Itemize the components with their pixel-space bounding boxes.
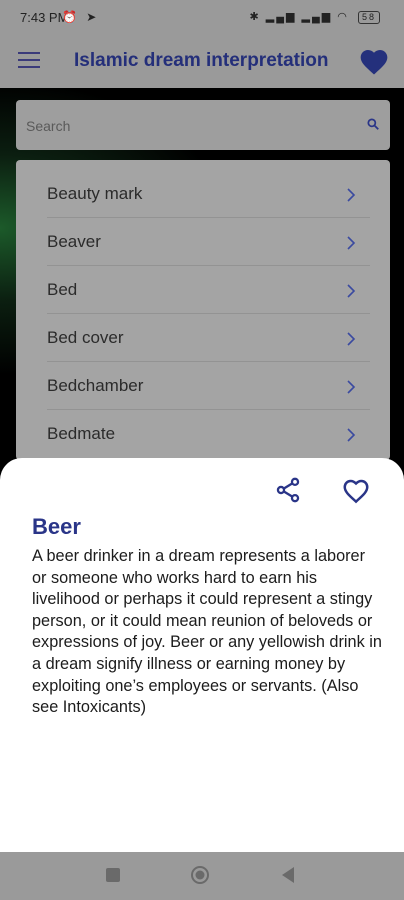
- dream-list: Beauty mark Beaver Bed Bed cover Bedcham…: [16, 160, 390, 460]
- list-item-label: Bed cover: [47, 328, 124, 347]
- list-item[interactable]: Bedchamber: [16, 362, 390, 410]
- chevron-right-icon: [347, 332, 356, 346]
- signal-icons: ✱ ▂▄▆ ▂▄▆ ◠: [249, 11, 349, 23]
- app-bar: Islamic dream interpretation: [0, 36, 404, 88]
- chevron-right-icon: [347, 284, 356, 298]
- search-icon[interactable]: [366, 117, 380, 131]
- list-item-label: Beaver: [47, 232, 101, 251]
- entry-title: Beer: [32, 514, 81, 539]
- list-item-label: Bedmate: [47, 424, 116, 443]
- chevron-right-icon: [347, 188, 356, 202]
- detail-bottom-sheet: Beer A beer drinker in a dream represent…: [0, 458, 404, 852]
- recents-square-icon[interactable]: [106, 868, 120, 882]
- search-input[interactable]: [24, 114, 348, 138]
- system-nav-bar: [0, 852, 404, 900]
- list-item-label: Bed: [47, 280, 78, 299]
- chevron-right-icon: [347, 380, 356, 394]
- search-bar[interactable]: [16, 100, 390, 150]
- hamburger-menu-icon[interactable]: [18, 52, 40, 72]
- status-right-icons: ✱ ▂▄▆ ▂▄▆ ◠ 58: [249, 10, 380, 24]
- back-triangle-icon[interactable]: [280, 866, 296, 884]
- status-left-icons: ⏰ ➤: [62, 10, 100, 24]
- list-item[interactable]: Beauty mark: [16, 170, 390, 218]
- list-item-label: Bedchamber: [47, 376, 144, 395]
- list-item[interactable]: Bed cover: [16, 314, 390, 362]
- entry-description: A beer drinker in a dream represents a l…: [32, 547, 382, 717]
- share-icon[interactable]: [274, 476, 302, 504]
- status-bar: 7:43 PM ⏰ ➤ ✱ ▂▄▆ ▂▄▆ ◠ 58: [0, 0, 404, 36]
- home-circle-icon[interactable]: [190, 865, 210, 885]
- chevron-right-icon: [347, 236, 356, 250]
- list-item[interactable]: Bedmate: [16, 410, 390, 458]
- app-title: Islamic dream interpretation: [74, 50, 329, 71]
- favorites-heart-icon[interactable]: [358, 46, 390, 78]
- chevron-right-icon: [347, 428, 356, 442]
- list-item[interactable]: Bed: [16, 266, 390, 314]
- list-item-label: Beauty mark: [47, 184, 143, 203]
- heart-outline-icon[interactable]: [340, 476, 372, 506]
- battery-icon: 58: [357, 11, 380, 24]
- list-item[interactable]: Beaver: [16, 218, 390, 266]
